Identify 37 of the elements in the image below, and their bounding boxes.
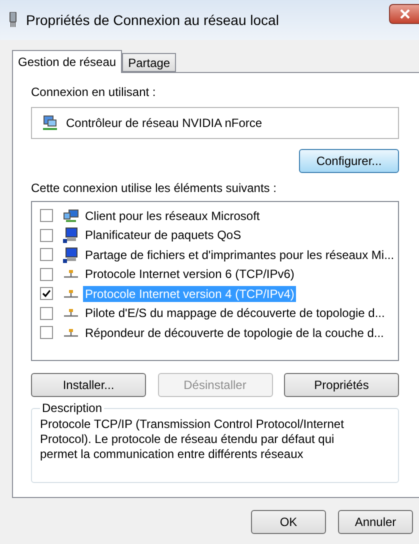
list-item[interactable]: Partage de fichiers et d'imprimantes pour les réseaux Mi...	[83, 246, 396, 263]
components-label: Cette connexion utilise les éléments suivants :	[31, 181, 278, 195]
protocol-icon	[63, 328, 79, 338]
list-item[interactable]: Pilote d'E/S du mappage de découverte de topologie d...	[83, 305, 387, 322]
checkbox[interactable]	[40, 228, 53, 242]
network-adapter-icon	[42, 115, 58, 131]
tab[interactable]: Partage	[122, 53, 176, 72]
computer-icon	[63, 227, 79, 244]
dialog-button[interactable]: OK	[251, 510, 326, 534]
checkbox[interactable]	[40, 248, 53, 262]
configure-button[interactable]: Configurer...	[299, 149, 399, 173]
list-item[interactable]: Client pour les réseaux Microsoft	[83, 208, 262, 224]
network-computer-icon	[63, 208, 79, 223]
list-item[interactable]: Planificateur de paquets QoS	[83, 227, 244, 244]
action-button[interactable]: Propriétés	[284, 373, 399, 397]
list-item[interactable]: Répondeur de découverte de topologie de la couche d...	[83, 324, 386, 341]
checkbox[interactable]	[40, 268, 53, 281]
protocol-icon	[63, 288, 79, 299]
checkbox[interactable]	[40, 326, 53, 340]
description-text: Protocole TCP/IP (Transmission Control Protocol/Internet Protocol). Le protocole de réseau étendu par défaut qui permet la communication entre différents réseaux	[40, 417, 345, 462]
action-button[interactable]: Installer...	[31, 373, 146, 397]
window-title: Propriétés de Connexion au réseau local	[26, 12, 279, 28]
connection-label: Connexion en utilisant :	[31, 85, 157, 99]
checkbox[interactable]	[40, 306, 53, 320]
tab[interactable]: Gestion de réseau	[12, 50, 122, 73]
checkbox[interactable]	[40, 287, 53, 300]
adapter-name: Contrôleur de réseau NVIDIA nForce	[66, 116, 262, 130]
dialog-button[interactable]: Annuler	[338, 510, 413, 534]
checkbox[interactable]	[40, 209, 53, 222]
protocol-icon	[63, 308, 79, 318]
list-item[interactable]: Protocole Internet version 6 (TCP/IPv6)	[83, 266, 296, 282]
description-title: Description	[41, 402, 104, 415]
protocol-icon	[63, 269, 79, 280]
computer-icon	[63, 246, 79, 263]
network-cable-icon	[8, 12, 18, 28]
close-button[interactable]	[389, 4, 419, 24]
close-icon	[398, 9, 410, 19]
